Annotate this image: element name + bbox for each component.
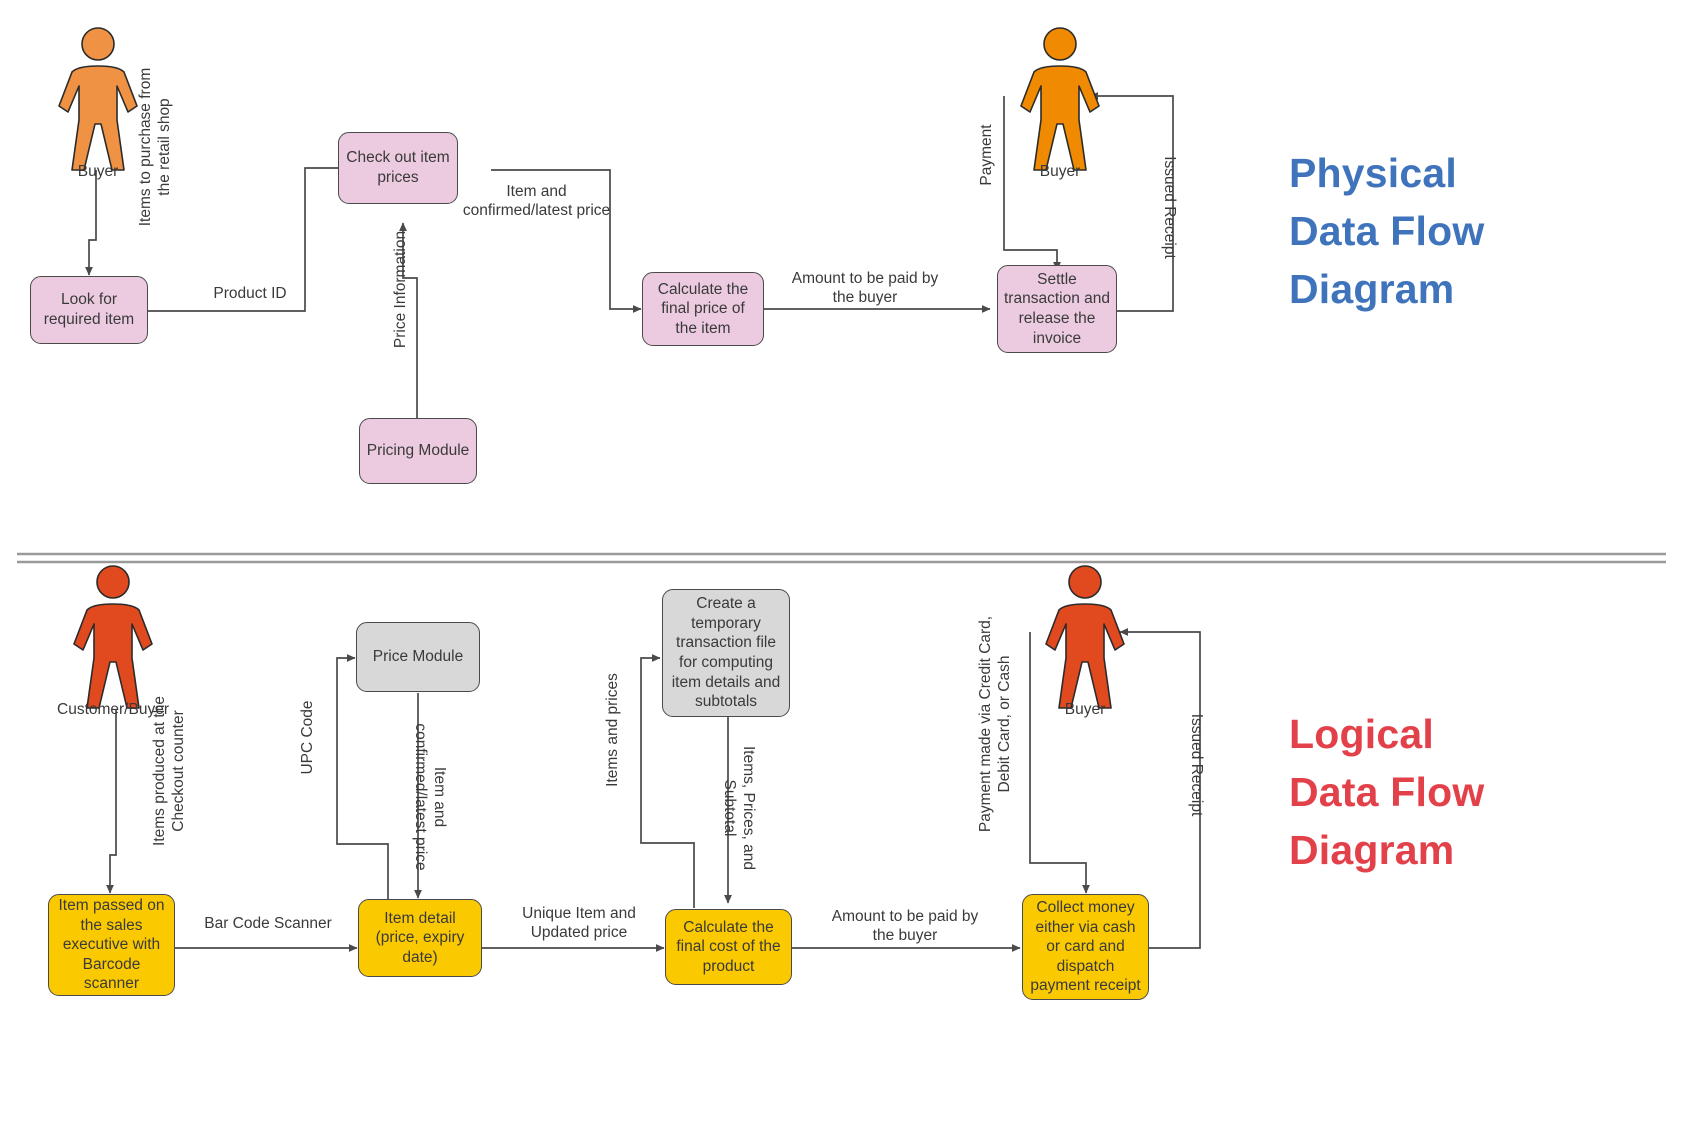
flow-label-issued-receipt-physical: Issued Receipt	[1161, 156, 1178, 259]
person-icon	[1020, 27, 1100, 171]
node-item-detail[interactable]: Item detail (price, expiry date)	[358, 899, 482, 977]
person-icon	[73, 565, 153, 709]
actor-buyer-physical-2-label: Buyer	[1039, 163, 1081, 180]
node-collect-money[interactable]: Collect money either via cash or card an…	[1022, 894, 1149, 1000]
flow-label-payment-made-via: Payment made via Credit Card, Debit Card…	[977, 615, 1013, 833]
logical-diagram-title: Logical Data Flow Diagram	[1289, 711, 1485, 874]
node-check-out-item-prices[interactable]: Check out item prices	[338, 132, 458, 204]
flow-label-product-id: Product ID	[213, 285, 287, 302]
flow-label-items-produced-checkout: Items produced at the Checkout counter	[151, 696, 187, 846]
flow-label-items-and-prices: Items and prices	[604, 673, 621, 787]
person-icon	[58, 27, 138, 171]
node-item-passed-on-sales-executive[interactable]: Item passed on the sales executive with …	[48, 894, 175, 996]
node-calculate-final-price[interactable]: Calculate the final price of the item	[642, 272, 764, 346]
actor-buyer-physical-1	[48, 22, 148, 177]
actor-buyer-physical-2	[1010, 22, 1110, 177]
flow-label-unique-item-updated-price: Unique Item and Updated price	[522, 905, 636, 941]
node-create-temp-transaction-file[interactable]: Create a temporary transaction file for …	[662, 589, 790, 717]
flow-label-items-to-purchase: Items to purchase from the retail shop	[137, 67, 173, 227]
actor-buyer-logical	[1035, 560, 1135, 715]
node-calculate-final-cost[interactable]: Calculate the final cost of the product	[665, 909, 792, 985]
physical-diagram-title: Physical Data Flow Diagram	[1289, 150, 1485, 313]
flow-label-issued-receipt-logical: Issued Receipt	[1188, 713, 1205, 817]
actor-buyer-physical-1-label: Buyer	[77, 163, 119, 180]
node-look-for-required-item[interactable]: Look for required item	[30, 276, 148, 344]
flow-label-price-information: Price Information	[392, 230, 409, 349]
diagram-canvas: Buyer Buyer Customer/Buyer Buyer Look fo…	[0, 0, 1683, 1138]
flow-label-payment: Payment	[978, 124, 995, 186]
actor-customer-buyer-logical	[63, 560, 163, 715]
node-price-module[interactable]: Price Module	[356, 622, 480, 692]
flow-label-items-prices-subtotal: Items, Prices, and Subtotal	[721, 745, 757, 871]
flow-label-item-and-confirmed-price: Item and confirmed/latest price	[462, 183, 611, 219]
flow-label-item-and-confirmed-price-logical: Item and confirmed/latest price	[412, 723, 448, 871]
section-divider	[17, 552, 1666, 564]
person-icon	[1045, 565, 1125, 709]
flow-label-amount-to-be-paid-logical: Amount to be paid by the buyer	[831, 908, 979, 944]
node-pricing-module[interactable]: Pricing Module	[359, 418, 477, 484]
flow-label-amount-to-be-paid-physical: Amount to be paid by the buyer	[791, 270, 939, 306]
node-settle-transaction[interactable]: Settle transaction and release the invoi…	[997, 265, 1117, 353]
flow-label-bar-code-scanner: Bar Code Scanner	[204, 915, 332, 932]
flow-label-upc-code: UPC Code	[299, 700, 316, 775]
actor-buyer-logical-label: Buyer	[1064, 701, 1106, 718]
